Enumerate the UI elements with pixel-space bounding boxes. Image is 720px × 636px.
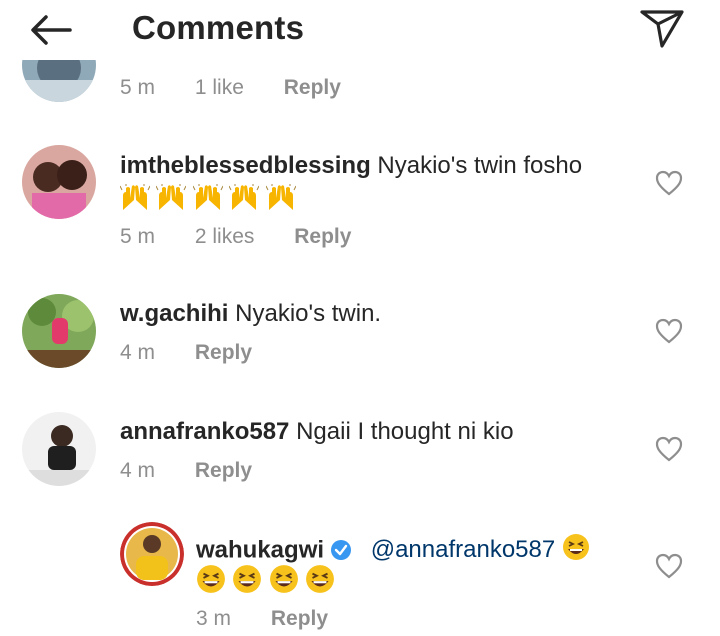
reply-button[interactable]: Reply bbox=[294, 225, 351, 248]
avatar[interactable] bbox=[22, 412, 96, 486]
like-heart-icon[interactable] bbox=[655, 553, 683, 579]
comment-time: 5 m bbox=[120, 225, 156, 248]
reply-button[interactable]: Reply bbox=[271, 607, 328, 630]
comment-username[interactable]: imtheblessedblessing bbox=[120, 152, 371, 179]
raising-hands-icon bbox=[156, 184, 187, 217]
comment-meta: 4 m Reply bbox=[120, 458, 286, 484]
grinning-squinting-face-icon bbox=[305, 564, 335, 599]
grinning-squinting-face-icon bbox=[562, 533, 590, 569]
comment-username[interactable]: w.gachihi bbox=[120, 300, 228, 327]
back-arrow-icon[interactable] bbox=[26, 10, 78, 50]
comment-text: Ngaii I thought ni kio bbox=[296, 418, 514, 445]
grinning-squinting-face-icon bbox=[196, 564, 226, 599]
grinning-squinting-face-icon bbox=[269, 564, 299, 599]
grinning-squinting-face-icon bbox=[232, 564, 262, 599]
raising-hands-icon bbox=[265, 184, 297, 217]
emoji-row bbox=[196, 564, 337, 599]
reply-meta: 3 m Reply bbox=[196, 606, 362, 632]
reply-username[interactable]: wahukagwi bbox=[196, 536, 324, 563]
raising-hands-icon bbox=[119, 184, 151, 217]
avatar[interactable] bbox=[120, 522, 184, 586]
reply-mention[interactable]: @annafranko587 bbox=[371, 536, 556, 563]
like-heart-icon[interactable] bbox=[655, 436, 683, 462]
emoji-row bbox=[119, 184, 298, 217]
reply-button[interactable]: Reply bbox=[195, 341, 252, 364]
comment-text-line: annafranko587 Ngaii I thought ni kio bbox=[120, 417, 514, 447]
like-heart-icon[interactable] bbox=[655, 318, 683, 344]
like-heart-icon[interactable] bbox=[655, 170, 683, 196]
raising-hands-icon bbox=[192, 184, 224, 217]
comment-meta: 5 m 1 like Reply bbox=[120, 75, 375, 101]
comment-meta: 5 m 2 likes Reply bbox=[120, 224, 385, 250]
comment-text-line: w.gachihi Nyakio's twin. bbox=[120, 299, 381, 329]
comment-time: 4 m bbox=[120, 459, 156, 482]
comment-text: Nyakio's twin fosho bbox=[377, 152, 583, 179]
comment-time: 5 m bbox=[120, 76, 156, 99]
comment-meta: 4 m Reply bbox=[120, 340, 286, 366]
comments-header: Comments bbox=[0, 0, 720, 60]
avatar[interactable] bbox=[22, 294, 96, 368]
comment-time: 4 m bbox=[120, 341, 156, 364]
comment-text-line: imtheblessedblessing Nyakio's twin fosho bbox=[120, 151, 582, 181]
page-title: Comments bbox=[132, 9, 305, 46]
comment-username[interactable]: annafranko587 bbox=[120, 418, 289, 445]
send-direct-icon[interactable] bbox=[638, 6, 686, 50]
comment-text: Nyakio's twin. bbox=[235, 300, 382, 327]
comment-likes[interactable]: 1 like bbox=[195, 76, 244, 99]
reply-button[interactable]: Reply bbox=[284, 76, 341, 99]
reply-button[interactable]: Reply bbox=[195, 459, 252, 482]
raising-hands-icon bbox=[228, 184, 260, 217]
reply-time: 3 m bbox=[196, 607, 232, 630]
avatar[interactable] bbox=[22, 145, 96, 219]
comment-likes[interactable]: 2 likes bbox=[195, 225, 255, 248]
